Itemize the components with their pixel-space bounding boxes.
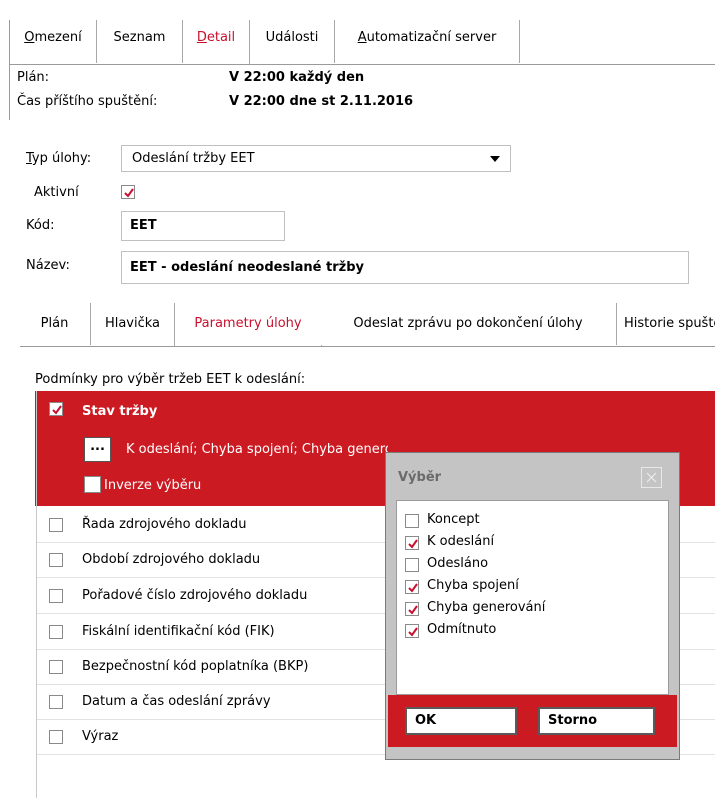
condition-checkbox[interactable] — [49, 695, 63, 709]
tab-historie-spusteni[interactable]: Historie spuštění — [616, 303, 715, 345]
next-run-label: Čas příštího spuštění: — [17, 94, 158, 109]
storno-button[interactable]: Storno — [538, 707, 655, 735]
tab-label: Události — [265, 30, 319, 45]
type-select-value: Odeslání tržby EET — [132, 151, 255, 166]
condition-checkbox[interactable] — [49, 660, 63, 674]
tab-label: Hlavička — [104, 316, 161, 331]
plan-value: V 22:00 každý den — [229, 70, 365, 85]
dropdown-arrow-icon[interactable] — [490, 156, 500, 162]
option-checkbox[interactable] — [405, 514, 419, 528]
next-run-value: V 22:00 dne st 2.11.2016 — [229, 94, 414, 109]
tab-seznam[interactable]: Seznam — [97, 20, 183, 63]
condition-label: Fiskální identifikační kód (FIK) — [82, 624, 275, 639]
tab-odeslat-zpravu[interactable]: Odeslat zprávu po dokončení úlohy — [321, 303, 615, 345]
option-checkbox[interactable] — [405, 536, 419, 550]
option-label: Koncept — [427, 512, 480, 527]
condition-label: Řada zdrojového dokladu — [82, 517, 247, 532]
code-label: Kód: — [26, 218, 55, 233]
condition-label: Období zdrojového dokladu — [82, 552, 261, 567]
tab-label: Plán — [40, 316, 69, 331]
tab-label: Parametry úlohy — [194, 316, 302, 331]
invert-label: Inverze výběru — [104, 478, 202, 493]
option-checkbox[interactable] — [405, 558, 419, 572]
tab-omezeni[interactable]: Omezení — [10, 20, 97, 63]
condition-label: Datum a čas odeslání zprávy — [82, 694, 271, 709]
stav-trzby-checkbox[interactable] — [49, 402, 63, 416]
check-icon — [408, 539, 418, 549]
condition-checkbox[interactable] — [49, 625, 63, 639]
option-label: K odeslání — [427, 534, 495, 549]
check-icon — [408, 627, 418, 637]
check-icon — [408, 583, 418, 593]
option-label: Odesláno — [427, 556, 489, 571]
check-icon — [124, 188, 134, 198]
conditions-heading: Podmínky pro výběr tržeb EET k odeslání: — [35, 372, 306, 387]
type-select[interactable]: Odeslání tržby EET — [121, 145, 511, 172]
dialog-button-bar: OK Storno — [388, 695, 677, 747]
option-checkbox[interactable] — [405, 580, 419, 594]
name-label: Název: — [26, 258, 70, 273]
close-icon[interactable] — [641, 467, 662, 488]
condition-checkbox[interactable] — [49, 553, 63, 567]
tab-detail[interactable]: Detail — [183, 20, 250, 64]
condition-checkbox[interactable] — [49, 589, 63, 603]
code-value: EET — [130, 218, 157, 233]
ellipsis-button[interactable]: ... — [84, 437, 111, 462]
condition-label: Pořadové číslo zdrojového dokladu — [82, 588, 308, 603]
code-field[interactable]: EET — [121, 211, 285, 241]
condition-checkbox[interactable] — [49, 518, 63, 532]
type-label: Typ úlohy: — [26, 151, 92, 166]
option-label: Chyba generování — [427, 600, 546, 615]
tab-udalosti[interactable]: Události — [250, 20, 335, 63]
condition-label: Bezpečnostní kód poplatníka (BKP) — [82, 659, 309, 674]
name-field[interactable]: EET - odeslání neodeslané tržby — [121, 251, 689, 284]
tab-label: Historie spuštění — [624, 316, 715, 331]
vyber-dialog: Výběr Koncept K odeslání Odesláno Chyba … — [385, 452, 680, 760]
tab-plan[interactable]: Plán — [20, 303, 89, 345]
condition-label: Výraz — [82, 729, 119, 744]
option-checkbox[interactable] — [405, 602, 419, 616]
plan-label: Plán: — [17, 70, 50, 85]
tab-label: Odeslat zprávu po dokončení úlohy — [353, 316, 583, 331]
tab-label: Automatizační server — [357, 30, 497, 45]
dialog-title: Výběr — [398, 470, 442, 485]
top-tab-bar: Omezení Seznam Detail Události Automatiz… — [9, 20, 715, 65]
active-checkbox[interactable] — [121, 185, 135, 199]
tab-parametry-ulohy[interactable]: Parametry úlohy — [174, 303, 322, 346]
option-list: Koncept K odeslání Odesláno Chyba spojen… — [396, 500, 669, 695]
option-label: Chyba spojení — [427, 578, 519, 593]
tab-label: Seznam — [113, 30, 166, 45]
check-icon — [408, 605, 418, 615]
condition-checkbox[interactable] — [49, 730, 63, 744]
name-value: EET - odeslání neodeslané tržby — [130, 260, 364, 275]
active-label: Aktivní — [34, 185, 79, 200]
ok-button[interactable]: OK — [405, 707, 517, 735]
parameter-tab-bar: Plán Hlavička Parametry úlohy Odeslat zp… — [20, 303, 715, 347]
option-label: Odmítnuto — [427, 622, 497, 637]
close-glyph-icon — [646, 472, 657, 483]
option-checkbox[interactable] — [405, 624, 419, 638]
invert-checkbox[interactable] — [84, 476, 101, 493]
stav-trzby-label: Stav tržby — [82, 404, 158, 419]
tab-hlavicka[interactable]: Hlavička — [90, 303, 174, 345]
check-icon — [52, 405, 62, 415]
tab-label: Detail — [196, 30, 236, 45]
list-border — [36, 391, 37, 798]
tab-automatizacni-server[interactable]: Automatizační server — [335, 20, 520, 63]
tab-label: Omezení — [24, 30, 82, 45]
stav-trzby-value: K odeslání; Chyba spojení; Chyba generov… — [126, 442, 388, 457]
